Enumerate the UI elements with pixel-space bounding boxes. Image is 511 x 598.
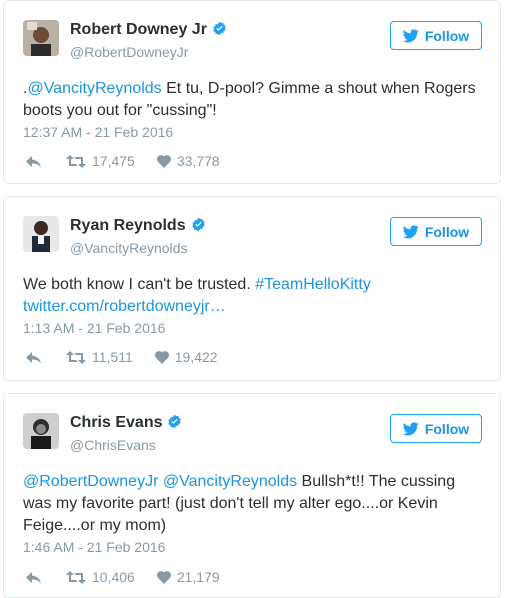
- url-link[interactable]: twitter.com/robertdowneyjr…: [23, 298, 226, 315]
- tweet-timestamp[interactable]: 1:46 AM - 21 Feb 2016: [23, 539, 165, 555]
- tweet-actions: 17,475 33,778: [26, 153, 220, 169]
- avatar[interactable]: [23, 216, 59, 252]
- tweet-card: Chris Evans @ChrisEvans Follow @RobertDo…: [3, 393, 501, 598]
- user-handle[interactable]: @VancityReynolds: [70, 240, 187, 256]
- tweet-timestamp[interactable]: 12:37 AM - 21 Feb 2016: [23, 124, 173, 140]
- verified-badge-icon: [168, 414, 182, 429]
- like-count: 21,179: [176, 569, 220, 585]
- retweet-icon[interactable]: [66, 350, 86, 364]
- follow-label: Follow: [424, 223, 470, 240]
- hashtag-link[interactable]: #TeamHelloKitty: [255, 276, 371, 293]
- mention-link[interactable]: @VancityReynolds: [163, 473, 297, 490]
- retweet-icon[interactable]: [66, 570, 86, 584]
- tweet-text: .@VancityReynolds Et tu, D-pool? Gimme a…: [23, 78, 486, 122]
- tweet-text: @RobertDowneyJr @VancityReynolds Bullsh*…: [23, 471, 486, 537]
- display-name-text[interactable]: Chris Evans: [70, 414, 162, 431]
- twitter-bird-icon: [402, 224, 419, 238]
- follow-label: Follow: [424, 27, 470, 44]
- reply-icon[interactable]: [26, 155, 41, 168]
- display-name[interactable]: Ryan Reynolds: [70, 217, 206, 235]
- retweet-count: 11,511: [92, 349, 133, 365]
- display-name-text[interactable]: Ryan Reynolds: [70, 217, 186, 234]
- twitter-bird-icon: [402, 421, 419, 435]
- follow-button[interactable]: Follow: [390, 21, 482, 50]
- user-handle[interactable]: @ChrisEvans: [70, 437, 156, 453]
- tweet-card: Robert Downey Jr @RobertDowneyJr Follow …: [3, 0, 501, 184]
- verified-badge-icon: [191, 217, 205, 232]
- display-name[interactable]: Chris Evans: [70, 414, 182, 432]
- tweet-actions: 10,406 21,179: [26, 569, 220, 585]
- tweet-timestamp[interactable]: 1:13 AM - 21 Feb 2016: [23, 320, 165, 336]
- display-name[interactable]: Robert Downey Jr: [70, 21, 227, 39]
- follow-button[interactable]: Follow: [390, 217, 482, 246]
- avatar[interactable]: [23, 413, 59, 449]
- heart-icon[interactable]: [156, 570, 171, 584]
- tweet-text-segment: We both know I can't be trusted.: [23, 276, 256, 293]
- tweet-actions: 11,511 19,422: [26, 349, 218, 365]
- retweet-count: 17,475: [92, 153, 135, 169]
- like-count: 19,422: [174, 349, 218, 365]
- retweet-count: 10,406: [92, 569, 135, 585]
- retweet-icon[interactable]: [66, 154, 86, 168]
- follow-button[interactable]: Follow: [390, 414, 482, 443]
- user-handle[interactable]: @RobertDowneyJr: [70, 44, 188, 60]
- display-name-text[interactable]: Robert Downey Jr: [70, 21, 207, 38]
- mention-link[interactable]: @VancityReynolds: [27, 80, 161, 97]
- heart-icon[interactable]: [154, 350, 169, 364]
- reply-icon[interactable]: [26, 571, 41, 584]
- twitter-bird-icon: [402, 28, 419, 42]
- reply-icon[interactable]: [26, 351, 41, 364]
- like-count: 33,778: [176, 153, 220, 169]
- heart-icon[interactable]: [156, 154, 171, 168]
- verified-badge-icon: [213, 21, 226, 36]
- tweet-text: We both know I can't be trusted. #TeamHe…: [23, 274, 486, 318]
- tweet-card: Ryan Reynolds @VancityReynolds Follow We…: [3, 196, 501, 381]
- mention-link[interactable]: @RobertDowneyJr: [23, 473, 158, 490]
- avatar[interactable]: [23, 20, 59, 56]
- follow-label: Follow: [424, 420, 470, 437]
